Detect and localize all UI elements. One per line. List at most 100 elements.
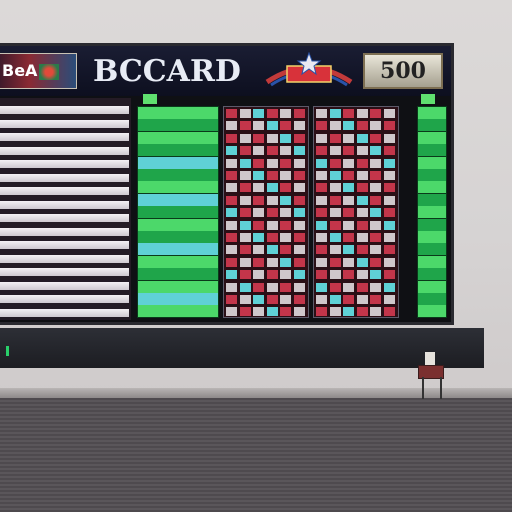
right-green-row	[418, 144, 446, 157]
red-grid-cell	[226, 133, 237, 143]
scoreboard-header: BeA BCCARD 500	[0, 46, 451, 96]
left-list-row	[0, 281, 129, 290]
red-grid-cell	[316, 158, 327, 168]
red-grid-cell	[293, 146, 305, 156]
left-list-row	[0, 268, 129, 276]
red-grid-cell	[316, 282, 327, 292]
red-grid-cell	[253, 282, 264, 292]
red-grid-cell	[253, 295, 264, 304]
red-grid-cell	[316, 245, 327, 255]
red-grid-cell	[266, 183, 278, 193]
right-green-row	[418, 280, 446, 293]
red-grid-cell	[226, 195, 237, 205]
right-green-row	[418, 206, 446, 219]
red-grid-cell	[239, 109, 251, 118]
red-grid-cell	[370, 257, 381, 267]
red-grid-cell	[383, 183, 395, 193]
red-grid-cell	[370, 195, 381, 205]
red-grid-cell	[280, 245, 291, 255]
red-grid-cell	[343, 208, 354, 218]
left-list-row	[0, 254, 129, 263]
red-grid-cell	[280, 195, 291, 205]
red-grid-row	[316, 257, 396, 268]
indicator-lamp	[421, 94, 435, 104]
red-grid-cell	[280, 183, 291, 193]
right-green-row	[418, 193, 446, 206]
left-list-row	[0, 146, 129, 155]
red-grid-row	[226, 232, 306, 243]
green-score-row	[138, 119, 218, 132]
red-grid-cell	[293, 121, 305, 131]
speaker-stand	[422, 377, 442, 399]
right-green-row	[418, 293, 446, 305]
red-grid-cell	[316, 171, 327, 180]
red-grid-cell	[343, 158, 354, 168]
red-grid-cell	[343, 257, 354, 267]
red-grid-cell	[226, 208, 237, 218]
green-score-row	[138, 293, 218, 305]
red-grid-cell	[253, 220, 264, 230]
red-grid-cell	[293, 282, 305, 292]
red-grid-cell	[293, 133, 305, 143]
red-grid-cell	[239, 195, 251, 205]
red-grid-cell	[329, 183, 341, 193]
red-grid-row	[226, 220, 306, 231]
green-score-row	[138, 107, 218, 119]
shelf-led-icon	[6, 346, 9, 356]
red-grid-cell	[280, 109, 291, 118]
red-grid-cell	[226, 171, 237, 180]
left-list-row	[0, 241, 129, 249]
red-grid-cell	[356, 171, 368, 180]
red-grid-cell	[280, 133, 291, 143]
red-grid-cell	[343, 233, 354, 242]
shelf	[0, 328, 484, 368]
red-grid-cell	[293, 158, 305, 168]
red-grid-cell	[316, 257, 327, 267]
red-grid-cell	[383, 220, 395, 230]
left-list-row	[0, 227, 129, 236]
red-grid-cell	[329, 208, 341, 218]
red-grid-cell	[329, 270, 341, 280]
red-grid-cell	[370, 233, 381, 242]
left-logo-emblem-icon	[39, 63, 60, 80]
red-grid-row	[226, 195, 306, 206]
red-grid-cell	[356, 109, 368, 118]
red-grid-cell	[383, 270, 395, 280]
red-grid-cell	[343, 245, 354, 255]
right-green-row	[418, 231, 446, 243]
left-list-row	[0, 200, 129, 209]
red-grid-cell	[316, 121, 327, 131]
red-grid-cell	[383, 233, 395, 242]
red-grid-cell	[280, 121, 291, 131]
left-list-row	[0, 308, 129, 317]
red-grid-cell	[280, 257, 291, 267]
red-grid-cell	[280, 171, 291, 180]
red-grid-cell	[356, 295, 368, 304]
red-grid-row	[226, 182, 306, 193]
red-grid-row	[316, 182, 396, 193]
red-grid-cell	[280, 307, 291, 317]
red-grid-row	[226, 133, 306, 144]
red-grid-cell	[239, 133, 251, 143]
red-grid-cell	[370, 133, 381, 143]
scoreboard-title: BCCARD	[93, 54, 241, 89]
red-grid-row	[316, 158, 396, 169]
red-grid-cell	[329, 307, 341, 317]
indicator-lamp	[143, 94, 157, 104]
red-grid-cell	[253, 270, 264, 280]
red-grid-cell	[239, 233, 251, 242]
red-grid-cell	[266, 270, 278, 280]
red-grid-row	[316, 282, 396, 293]
green-score-row	[138, 144, 218, 157]
red-grid-cell	[239, 257, 251, 267]
red-grid-row	[226, 207, 306, 218]
red-grid-cell	[226, 233, 237, 242]
red-grid-row	[316, 244, 396, 255]
left-logo: BeA	[0, 53, 77, 89]
red-grid-cell	[329, 158, 341, 168]
green-score-row	[138, 231, 218, 243]
red-grid-cell	[266, 121, 278, 131]
red-grid-cell	[226, 257, 237, 267]
red-grid-cell	[343, 183, 354, 193]
red-grid-cell	[383, 109, 395, 118]
